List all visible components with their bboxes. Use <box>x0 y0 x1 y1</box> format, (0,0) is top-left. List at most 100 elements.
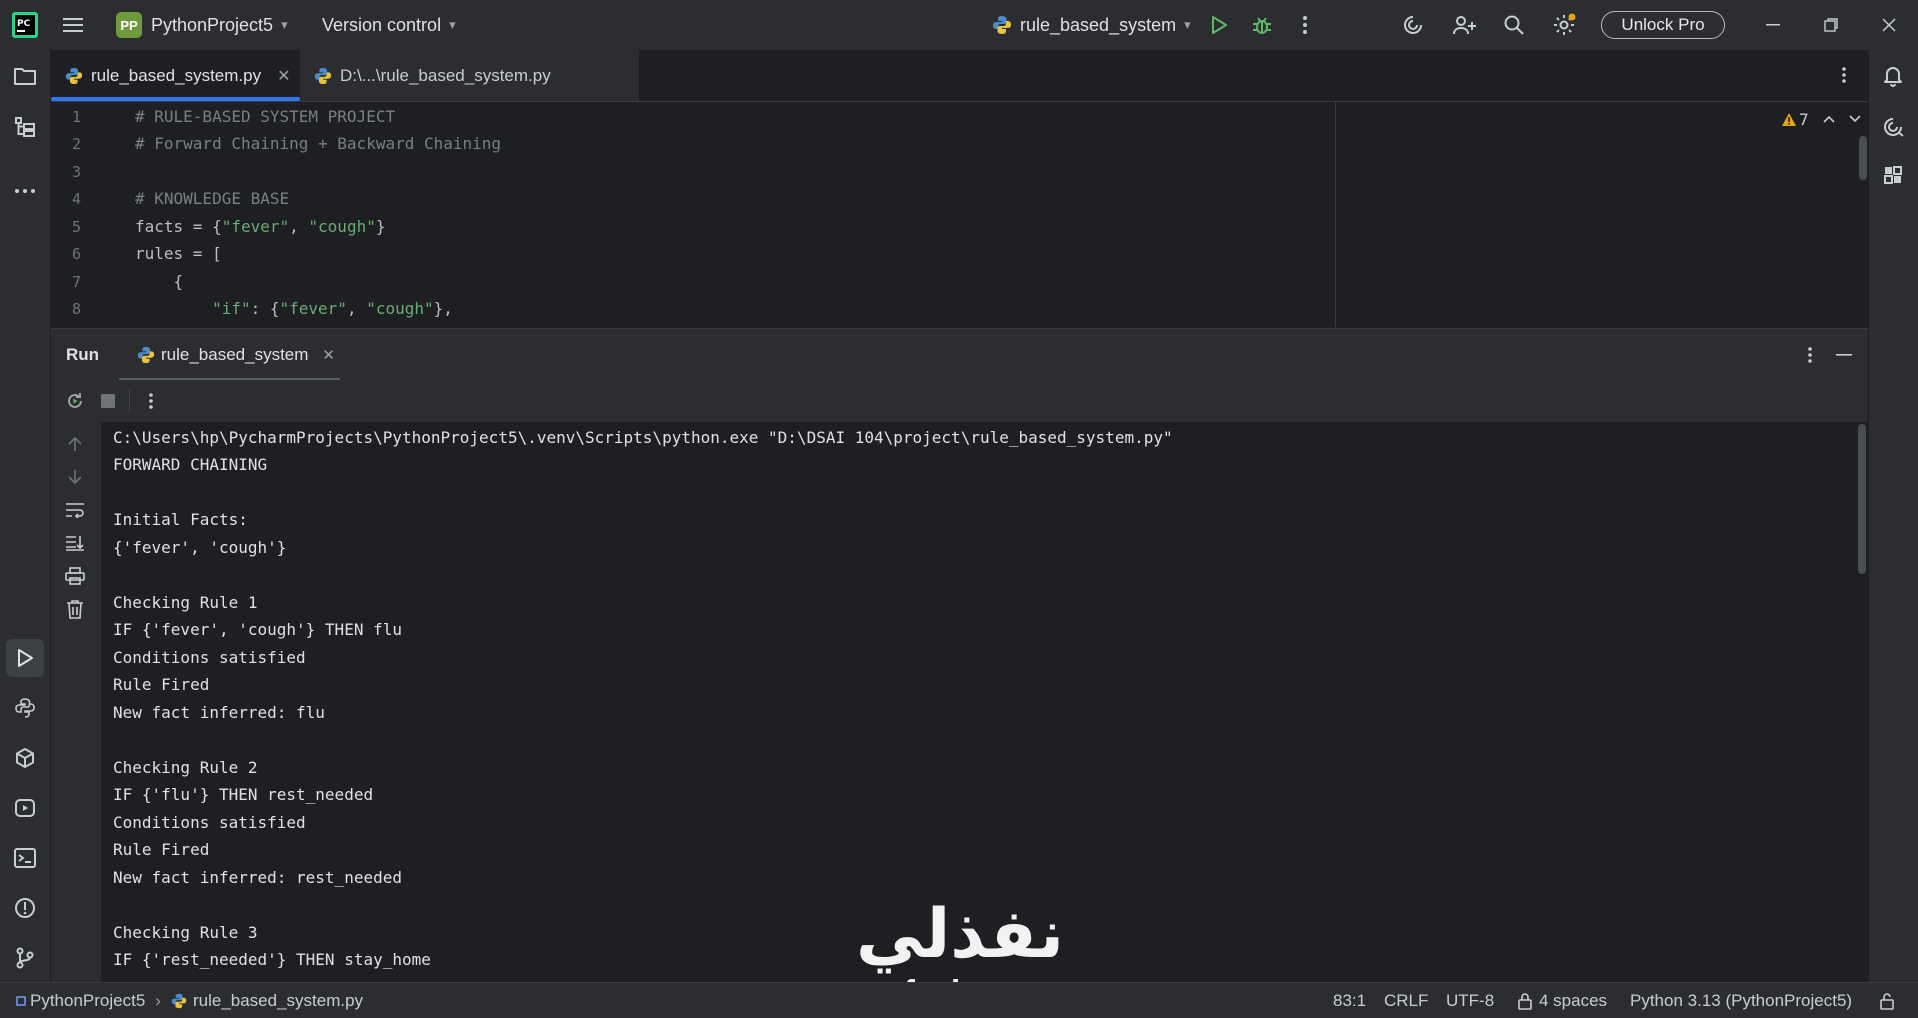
project-name: PythonProject5 <box>151 14 274 35</box>
run-tool-icon[interactable] <box>12 645 38 671</box>
console-line: New fact inferred: flu <box>113 703 325 722</box>
close-window-icon[interactable] <box>1876 12 1902 38</box>
console-line: {'fever', 'cough'} <box>113 538 287 557</box>
terminal-icon[interactable] <box>12 845 38 871</box>
code-line-8: "if": {"fever", "cough"}, <box>135 299 453 318</box>
code-line-1: # RULE-BASED SYSTEM PROJECT <box>135 107 396 126</box>
chevron-down-icon: ▾ <box>449 17 456 32</box>
run-options-icon[interactable] <box>1798 343 1822 367</box>
line-number: 2 <box>71 135 81 153</box>
console-scrollbar[interactable] <box>1858 424 1866 574</box>
close-icon[interactable]: ✕ <box>322 346 335 364</box>
console-line: Conditions satisfied <box>113 648 306 667</box>
debug-icon[interactable] <box>1249 12 1275 38</box>
run-tab[interactable]: rule_based_system ✕ <box>119 329 340 381</box>
more-run-actions-icon[interactable] <box>139 389 163 413</box>
warning-triangle-icon <box>1781 112 1797 127</box>
code-token: , <box>289 217 309 236</box>
print-icon[interactable] <box>63 564 87 588</box>
main-menu-icon[interactable] <box>60 12 86 38</box>
git-branch-icon[interactable] <box>12 945 38 971</box>
project-switcher[interactable]: PP PythonProject5 ▾ <box>116 12 288 38</box>
chevron-right-icon: › <box>155 990 161 1010</box>
padlock-icon[interactable] <box>1879 983 1895 1018</box>
ai-assistant-icon[interactable] <box>1400 12 1426 38</box>
console-line: Initial Facts: <box>113 510 248 529</box>
scroll-up-icon[interactable] <box>63 432 87 456</box>
inspection-widget[interactable]: 7 <box>1781 102 1861 136</box>
project-badge: PP <box>116 12 142 38</box>
services-icon[interactable] <box>12 795 38 821</box>
plugin-icon[interactable] <box>1880 162 1906 188</box>
problems-icon[interactable] <box>12 895 38 921</box>
rerun-icon[interactable] <box>63 389 87 413</box>
close-icon[interactable]: ✕ <box>277 66 290 86</box>
restore-window-icon[interactable] <box>1818 12 1844 38</box>
code-token: : { <box>250 299 280 318</box>
console-line: Checking Rule 1 <box>113 593 258 612</box>
module-square-icon <box>16 995 26 1006</box>
previous-highlight-icon[interactable] <box>1823 115 1835 123</box>
project-folder-icon[interactable] <box>12 63 38 89</box>
console-line: Checking Rule 2 <box>113 758 258 777</box>
tab-options-icon[interactable] <box>1832 63 1856 87</box>
indent-settings[interactable]: 4 spaces <box>1517 983 1607 1018</box>
editor-scrollbar[interactable] <box>1859 136 1867 180</box>
python-packages-icon[interactable] <box>12 745 38 771</box>
line-separator[interactable]: CRLF <box>1384 983 1428 1018</box>
run-tool-window-header: Run rule_based_system ✕ <box>51 328 1868 381</box>
next-highlight-icon[interactable] <box>1849 115 1861 123</box>
python-file-icon <box>171 993 187 1009</box>
watermark-arabic: نفذلي <box>855 895 1065 974</box>
pycharm-logo-icon[interactable]: PC <box>12 12 38 38</box>
console-line: C:\Users\hp\PycharmProjects\PythonProjec… <box>113 428 1173 447</box>
tab-external-rule-based-system[interactable]: D:\...\rule_based_system.py <box>300 50 639 101</box>
python-file-icon <box>314 67 332 85</box>
python-console-icon[interactable] <box>12 695 38 721</box>
line-number: 4 <box>71 190 81 208</box>
line-number-gutter: 1 2 3 4 5 6 7 8 <box>51 102 99 327</box>
breadcrumb-project[interactable]: PythonProject5 <box>30 991 145 1011</box>
breadcrumb-file[interactable]: rule_based_system.py <box>193 991 363 1011</box>
hide-panel-icon[interactable] <box>1832 343 1856 367</box>
minimize-window-icon[interactable] <box>1760 12 1786 38</box>
code-editor[interactable]: 1 2 3 4 5 6 7 8 # RULE-BASED SYSTEM PROJ… <box>51 102 1868 327</box>
search-icon[interactable] <box>1501 12 1527 38</box>
right-margin-guide <box>1335 102 1336 327</box>
run-icon[interactable] <box>1206 12 1232 38</box>
tab-rule-based-system[interactable]: rule_based_system.py ✕ <box>51 50 300 101</box>
more-actions-icon[interactable] <box>1292 12 1318 38</box>
code-line-4: # KNOWLEDGE BASE <box>135 189 290 208</box>
console-line: IF {'rest_needed'} THEN stay_home <box>113 950 431 969</box>
svg-text:PC: PC <box>17 19 31 29</box>
console-line: Conditions satisfied <box>113 813 306 832</box>
scroll-to-end-icon[interactable] <box>63 531 87 555</box>
notifications-bell-icon[interactable] <box>1880 63 1906 89</box>
code-token: } <box>375 217 386 236</box>
soft-wrap-icon[interactable] <box>63 498 87 522</box>
run-tab-label: rule_based_system <box>161 345 309 364</box>
line-number: 1 <box>71 108 81 126</box>
file-encoding[interactable]: UTF-8 <box>1446 983 1494 1018</box>
version-control-menu[interactable]: Version control ▾ <box>322 12 456 38</box>
python-interpreter[interactable]: Python 3.13 (PythonProject5) <box>1630 983 1852 1018</box>
string-token: "fever" <box>279 299 347 318</box>
python-file-icon <box>992 15 1012 35</box>
line-number: 3 <box>71 163 81 181</box>
python-file-icon <box>65 67 83 85</box>
ai-chat-icon[interactable] <box>1880 114 1906 140</box>
python-file-icon <box>137 346 155 364</box>
settings-gear-icon[interactable] <box>1551 12 1577 38</box>
console-action-gutter <box>51 422 101 982</box>
caret-position[interactable]: 83:1 <box>1333 983 1366 1018</box>
add-collaborator-icon[interactable] <box>1451 12 1477 38</box>
structure-icon[interactable] <box>12 114 38 140</box>
more-tools-icon[interactable] <box>12 178 38 204</box>
stop-icon[interactable] <box>96 389 120 413</box>
unlock-pro-button[interactable]: Unlock Pro <box>1601 11 1725 39</box>
scroll-down-icon[interactable] <box>63 465 87 489</box>
trash-icon[interactable] <box>63 597 87 621</box>
run-config-selector[interactable]: rule_based_system ▾ <box>992 12 1191 38</box>
console-line: Rule Fired <box>113 675 210 694</box>
